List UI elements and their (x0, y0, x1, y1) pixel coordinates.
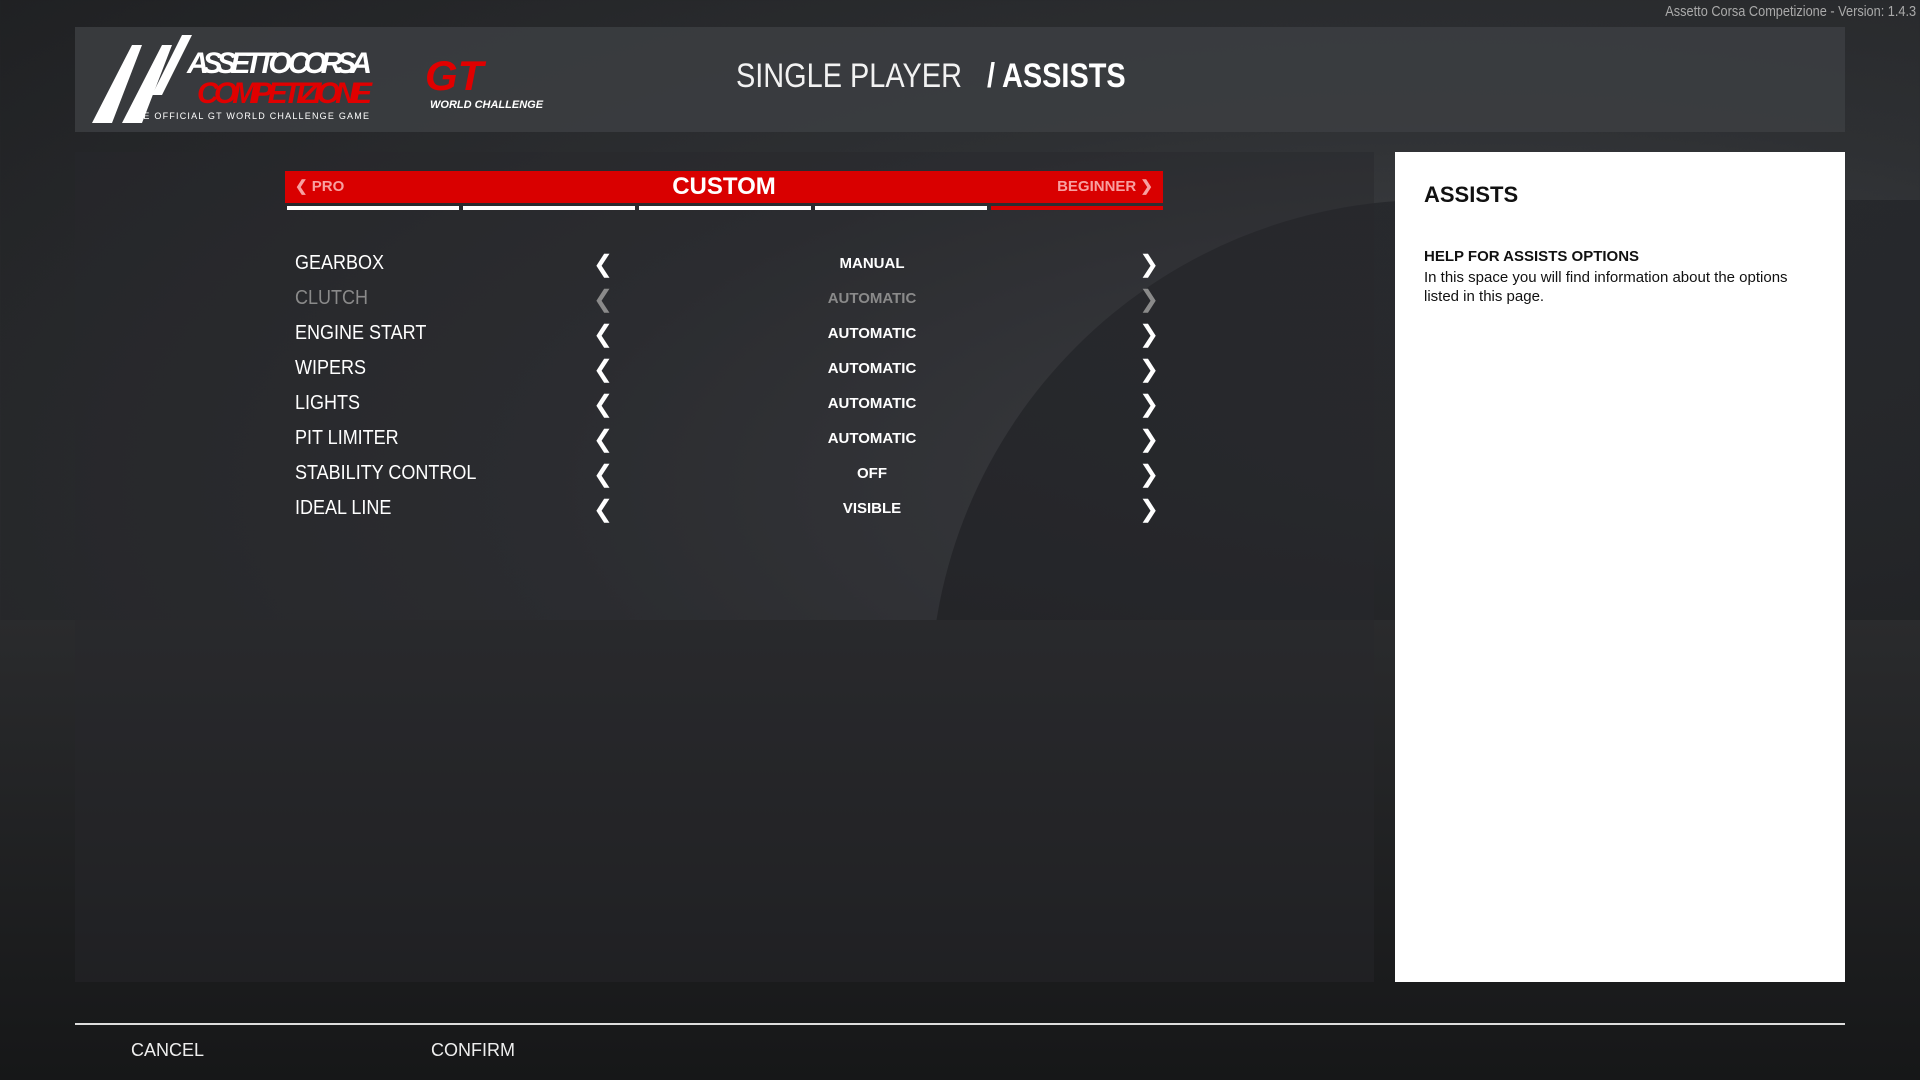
version-text: Assetto Corsa Competizione - Version: 1.… (1665, 3, 1916, 20)
chevron-left-icon: ❮ (593, 286, 614, 313)
option-label: GEARBOX (295, 252, 385, 274)
chevron-left-icon[interactable]: ❮ (593, 355, 613, 384)
preset-segment (815, 206, 987, 210)
chevron-left-icon[interactable]: ❮ (593, 425, 613, 454)
chevron-right-icon[interactable]: ❯ (1139, 320, 1159, 349)
option-label: CLUTCH (295, 287, 369, 309)
chevron-right-icon[interactable]: ❯ (1139, 250, 1159, 279)
chevron-left-icon[interactable]: ❮ (593, 250, 613, 279)
option-row: ENGINE START ❮ AUTOMATIC ❯ (295, 318, 1159, 350)
chevron-left-icon[interactable]: ❮ (593, 390, 613, 419)
chevron-right-icon[interactable]: ❯ (1139, 495, 1159, 524)
help-subtitle: HELP FOR ASSISTS OPTIONS (1424, 248, 1640, 265)
svg-text:THE OFFICIAL GT WORLD CHALLENG: THE OFFICIAL GT WORLD CHALLENGE GAME (129, 111, 369, 121)
help-title: ASSISTS (1424, 182, 1519, 207)
option-label: IDEAL LINE (295, 497, 392, 519)
header: ASSETTO CORSA COMPETIZIONE THE OFFICIAL … (75, 27, 1845, 132)
option-row: LIGHTS ❮ AUTOMATIC ❯ (295, 388, 1159, 420)
preset-segments (287, 206, 1163, 210)
cancel-button[interactable]: CANCEL (131, 1040, 204, 1061)
chevron-right-icon[interactable]: ❯ (1139, 355, 1159, 384)
gt-world-challenge-logo: GT WORLD CHALLENGE (425, 52, 544, 111)
chevron-left-icon[interactable]: ❮ (593, 460, 613, 489)
preset-segment (463, 206, 635, 210)
option-row: STABILITY CONTROL ❮ OFF ❯ (295, 458, 1159, 490)
footer-divider (75, 1023, 1845, 1025)
option-value: AUTOMATIC (827, 395, 917, 412)
option-row: CLUTCH ❮ AUTOMATIC ❯ (295, 283, 1159, 315)
option-label: ENGINE START (295, 322, 427, 344)
title-main: / ASSISTS (987, 57, 1126, 95)
chevron-right-icon: ❯ (1139, 286, 1160, 313)
option-row: WIPERS ❮ AUTOMATIC ❯ (295, 353, 1159, 385)
option-label: STABILITY CONTROL (295, 462, 477, 484)
chevron-right-icon[interactable]: ❯ (1139, 425, 1159, 454)
option-value: AUTOMATIC (827, 290, 917, 307)
preset-segment (287, 206, 459, 210)
preset-selector: ❮ PRO CUSTOM BEGINNER ❯ (285, 171, 1163, 203)
acc-logo: ASSETTO CORSA COMPETIZIONE THE OFFICIAL … (92, 35, 373, 123)
preset-segment-active (991, 206, 1163, 210)
option-value: VISIBLE (842, 500, 902, 517)
confirm-button[interactable]: CONFIRM (431, 1040, 515, 1061)
option-label: PIT LIMITER (295, 427, 399, 449)
preset-next-label: BEGINNER (1057, 178, 1137, 195)
option-label: WIPERS (295, 357, 367, 379)
chevron-left-icon[interactable]: ❮ (593, 495, 613, 524)
title-prefix: SINGLE PLAYER (736, 57, 962, 95)
help-panel: ASSISTS HELP FOR ASSISTS OPTIONS In this… (1395, 152, 1845, 982)
chevron-right-icon[interactable]: ❯ (1139, 460, 1159, 489)
page-title: SINGLE PLAYER / ASSISTS (736, 57, 1150, 96)
option-row: PIT LIMITER ❮ AUTOMATIC ❯ (295, 423, 1159, 455)
option-value: OFF (857, 465, 887, 482)
chevron-left-icon[interactable]: ❮ (593, 320, 613, 349)
preset-next-button[interactable]: BEGINNER ❯ (1057, 177, 1153, 195)
option-value: AUTOMATIC (827, 325, 917, 342)
option-row: GEARBOX ❮ MANUAL ❯ (295, 248, 1159, 280)
option-value: AUTOMATIC (827, 430, 917, 447)
preset-segment (639, 206, 811, 210)
help-text: In this space you will find information … (1424, 269, 1788, 305)
option-value: MANUAL (839, 255, 905, 272)
svg-text:COMPETIZIONE: COMPETIZIONE (197, 77, 373, 110)
option-row: IDEAL LINE ❮ VISIBLE ❯ (295, 493, 1159, 525)
chevron-right-icon[interactable]: ❯ (1139, 390, 1159, 419)
svg-text:WORLD CHALLENGE: WORLD CHALLENGE (430, 99, 544, 111)
option-label: LIGHTS (295, 392, 361, 414)
svg-text:GT: GT (425, 52, 487, 99)
preset-current: CUSTOM (672, 173, 776, 200)
svg-text:ASSETTO CORSA: ASSETTO CORSA (186, 47, 372, 80)
option-value: AUTOMATIC (827, 360, 917, 377)
